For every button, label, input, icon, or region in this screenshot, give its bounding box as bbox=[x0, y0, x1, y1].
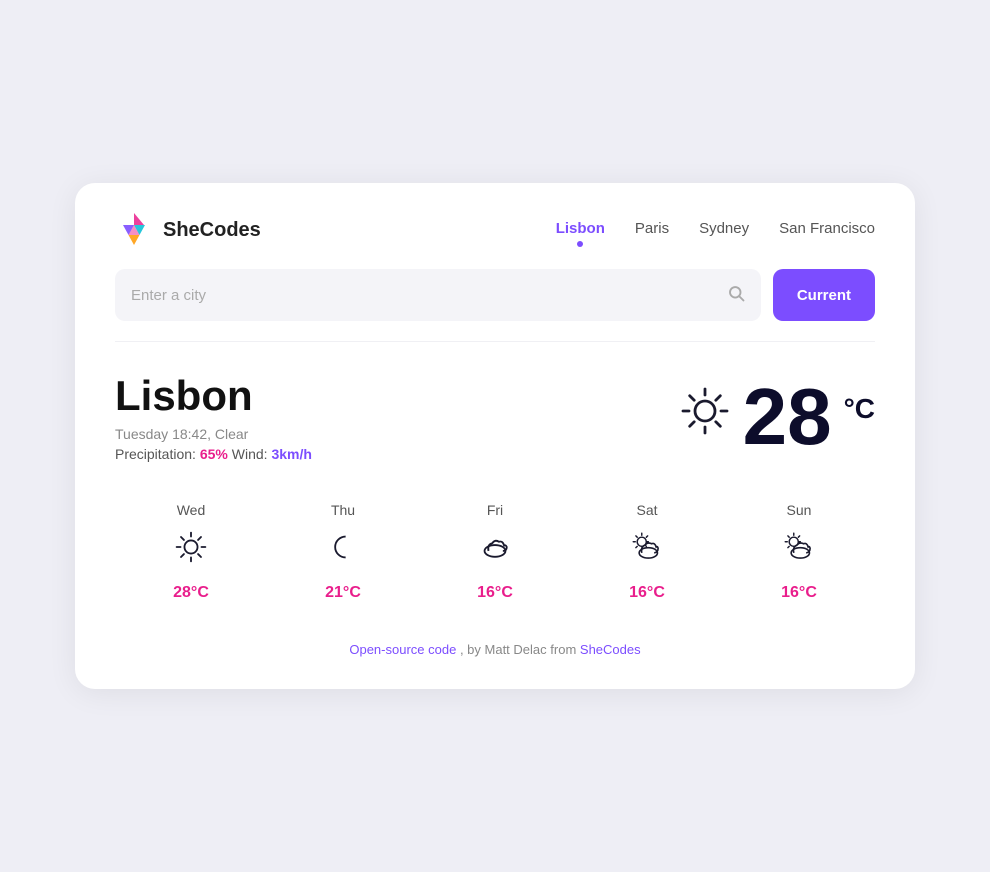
search-area: Current bbox=[75, 269, 915, 341]
datetime: Tuesday 18:42, Clear bbox=[115, 426, 312, 442]
temperature-display: 28 °C bbox=[679, 377, 875, 457]
footer-text-middle: , by bbox=[460, 642, 485, 657]
wind-value: 3km/h bbox=[271, 446, 311, 462]
shecodes-link[interactable]: SheCodes bbox=[580, 642, 641, 657]
forecast-temp-thu: 21°C bbox=[325, 584, 361, 602]
forecast-icon-fri bbox=[478, 530, 512, 572]
search-input[interactable] bbox=[131, 287, 727, 304]
forecast-day-name: Sat bbox=[636, 502, 657, 518]
forecast-temp-wed: 28°C bbox=[173, 584, 209, 602]
wind-label: Wind: bbox=[232, 446, 272, 462]
nav: Lisbon Paris Sydney San Francisco bbox=[556, 220, 875, 241]
forecast-day-wed: Wed 28°C bbox=[141, 502, 241, 602]
weather-main: Lisbon Tuesday 18:42, Clear Precipitatio… bbox=[75, 342, 915, 482]
temperature-value: 28 bbox=[743, 377, 832, 457]
forecast-day-name: Sun bbox=[787, 502, 812, 518]
logo-icon bbox=[115, 211, 153, 249]
forecast-icon-wed bbox=[174, 530, 208, 572]
opensource-link[interactable]: Open-source code bbox=[349, 642, 456, 657]
forecast-temp-sat: 16°C bbox=[629, 584, 665, 602]
forecast-icon-sun bbox=[782, 530, 816, 572]
forecast: Wed 28°C Thu bbox=[75, 482, 915, 626]
logo-area: SheCodes bbox=[115, 211, 261, 249]
forecast-day-name: Wed bbox=[177, 502, 206, 518]
nav-item-sanfrancisco[interactable]: San Francisco bbox=[779, 220, 875, 241]
forecast-icon-thu bbox=[326, 530, 360, 572]
current-button[interactable]: Current bbox=[773, 269, 875, 321]
forecast-icon-sat bbox=[630, 530, 664, 572]
header: SheCodes Lisbon Paris Sydney San Francis… bbox=[75, 183, 915, 269]
footer-text-after: from bbox=[550, 642, 580, 657]
nav-item-paris[interactable]: Paris bbox=[635, 220, 669, 241]
footer-author: Matt Delac bbox=[485, 642, 547, 657]
footer: Open-source code , by Matt Delac from Sh… bbox=[75, 626, 915, 657]
forecast-temp-fri: 16°C bbox=[477, 584, 513, 602]
precipitation-label: Precipitation: bbox=[115, 446, 196, 462]
search-icon bbox=[727, 284, 745, 307]
main-weather-icon bbox=[679, 385, 731, 449]
forecast-day-name: Thu bbox=[331, 502, 355, 518]
nav-item-sydney[interactable]: Sydney bbox=[699, 220, 749, 241]
forecast-temp-sun: 16°C bbox=[781, 584, 817, 602]
forecast-day-thu: Thu 21°C bbox=[293, 502, 393, 602]
temperature-unit: °C bbox=[844, 377, 875, 425]
weather-card: SheCodes Lisbon Paris Sydney San Francis… bbox=[75, 183, 915, 689]
forecast-day-sat: Sat 16°C bbox=[597, 502, 697, 602]
app-name: SheCodes bbox=[163, 219, 261, 242]
forecast-day-fri: Fri 16°C bbox=[445, 502, 545, 602]
search-input-wrapper bbox=[115, 269, 761, 321]
forecast-day-name: Fri bbox=[487, 502, 503, 518]
forecast-day-sun: Sun 16°C bbox=[749, 502, 849, 602]
nav-item-lisbon[interactable]: Lisbon bbox=[556, 220, 605, 241]
weather-details: Precipitation: 65% Wind: 3km/h bbox=[115, 446, 312, 462]
city-name: Lisbon bbox=[115, 372, 312, 420]
city-info: Lisbon Tuesday 18:42, Clear Precipitatio… bbox=[115, 372, 312, 462]
precipitation-value: 65% bbox=[200, 446, 228, 462]
